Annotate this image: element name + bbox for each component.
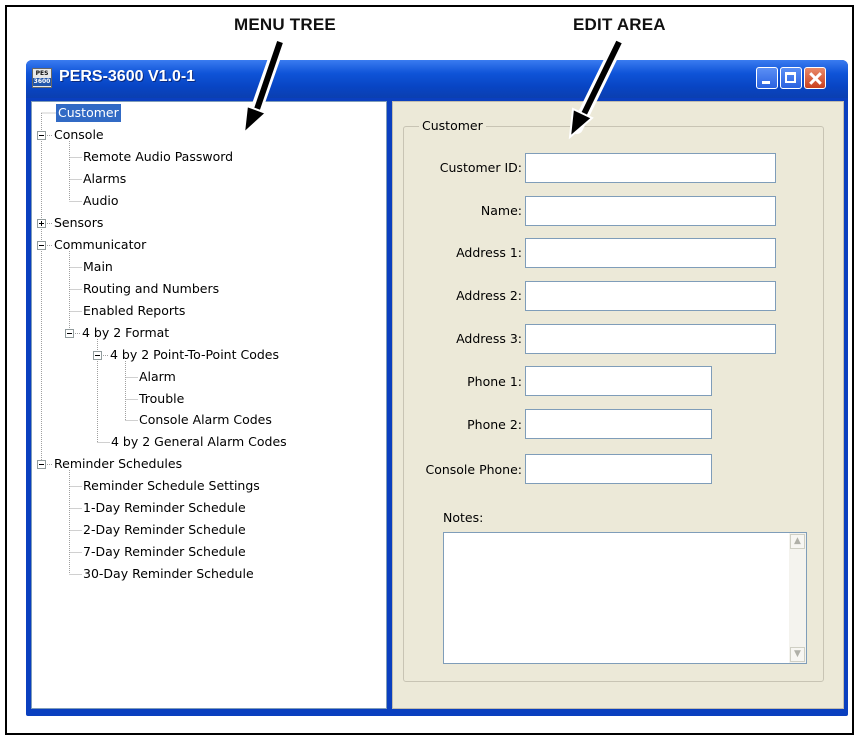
tree-item-remote-audio-password[interactable]: Remote Audio Password: [83, 148, 233, 166]
address2-label: Address 2:: [456, 288, 522, 303]
tree-item-reminder-schedule-settings[interactable]: Reminder Schedule Settings: [83, 477, 260, 495]
phone2-label: Phone 2:: [467, 417, 522, 432]
minimize-button[interactable]: [756, 67, 778, 89]
collapse-console-icon[interactable]: [37, 131, 46, 140]
customer-id-field[interactable]: [525, 153, 776, 183]
tree-item-main[interactable]: Main: [83, 258, 113, 276]
phone2-field[interactable]: [525, 409, 712, 439]
address2-field[interactable]: [525, 281, 776, 311]
maximize-button[interactable]: [780, 67, 802, 89]
customer-id-label: Customer ID:: [439, 160, 522, 175]
tree-item-audio[interactable]: Audio: [83, 192, 119, 210]
tree-item-alarms[interactable]: Alarms: [83, 170, 126, 188]
tree-item-customer[interactable]: Customer: [56, 104, 121, 122]
collapse-reminder-schedules-icon[interactable]: [37, 460, 46, 469]
address1-field[interactable]: [525, 238, 776, 268]
console-phone-label: Console Phone:: [425, 462, 522, 477]
menu-tree[interactable]: Customer Console Remote Audio Password A…: [31, 101, 387, 709]
notes-textarea[interactable]: ▲ ▼: [443, 532, 807, 664]
menu-tree-callout: MENU TREE: [234, 15, 336, 34]
tree-item-7-day-reminder-schedule[interactable]: 7-Day Reminder Schedule: [83, 543, 246, 561]
tree-item-30-day-reminder-schedule[interactable]: 30-Day Reminder Schedule: [83, 565, 254, 583]
close-button[interactable]: [804, 67, 826, 89]
tree-item-4by2-point-to-point-codes[interactable]: 4 by 2 Point-To-Point Codes: [110, 346, 279, 364]
expand-sensors-icon[interactable]: [37, 219, 46, 228]
app-icon-label-top: PES: [35, 70, 49, 77]
tree-item-trouble[interactable]: Trouble: [139, 390, 184, 408]
tree-item-routing-and-numbers[interactable]: Routing and Numbers: [83, 280, 219, 298]
tree-item-4by2-general-alarm-codes[interactable]: 4 by 2 General Alarm Codes: [111, 433, 287, 451]
window-title: PERS-3600 V1.0-1: [59, 68, 196, 85]
tree-item-sensors[interactable]: Sensors: [54, 214, 103, 232]
address3-field[interactable]: [525, 324, 776, 354]
collapse-4by2-format-icon[interactable]: [65, 329, 74, 338]
tree-item-communicator[interactable]: Communicator: [54, 236, 146, 254]
tree-item-console[interactable]: Console: [54, 126, 104, 144]
groupbox-title: Customer: [419, 118, 486, 133]
scroll-down-icon[interactable]: ▼: [790, 647, 805, 662]
tree-item-reminder-schedules[interactable]: Reminder Schedules: [54, 455, 182, 473]
edit-area-callout: EDIT AREA: [573, 15, 666, 34]
collapse-point-to-point-icon[interactable]: [93, 351, 102, 360]
app-icon-label-bottom: 3600: [33, 78, 51, 86]
address1-label: Address 1:: [456, 245, 522, 260]
tree-item-4by2-format[interactable]: 4 by 2 Format: [82, 324, 169, 342]
tree-item-enabled-reports[interactable]: Enabled Reports: [83, 302, 185, 320]
tree-item-console-alarm-codes[interactable]: Console Alarm Codes: [139, 411, 272, 429]
notes-label: Notes:: [443, 510, 484, 525]
phone1-label: Phone 1:: [467, 374, 522, 389]
tree-item-2-day-reminder-schedule[interactable]: 2-Day Reminder Schedule: [83, 521, 246, 539]
collapse-communicator-icon[interactable]: [37, 241, 46, 250]
scroll-up-icon[interactable]: ▲: [790, 534, 805, 549]
title-bar[interactable]: PES 3600 PERS-3600 V1.0-1: [26, 60, 848, 98]
phone1-field[interactable]: [525, 366, 712, 396]
tree-item-alarm[interactable]: Alarm: [139, 368, 176, 386]
notes-scrollbar[interactable]: ▲ ▼: [789, 533, 806, 663]
address3-label: Address 3:: [456, 331, 522, 346]
tree-item-1-day-reminder-schedule[interactable]: 1-Day Reminder Schedule: [83, 499, 246, 517]
app-icon[interactable]: PES 3600: [32, 68, 52, 88]
console-phone-field[interactable]: [525, 454, 712, 484]
name-field[interactable]: [525, 196, 776, 226]
name-label: Name:: [480, 203, 522, 218]
